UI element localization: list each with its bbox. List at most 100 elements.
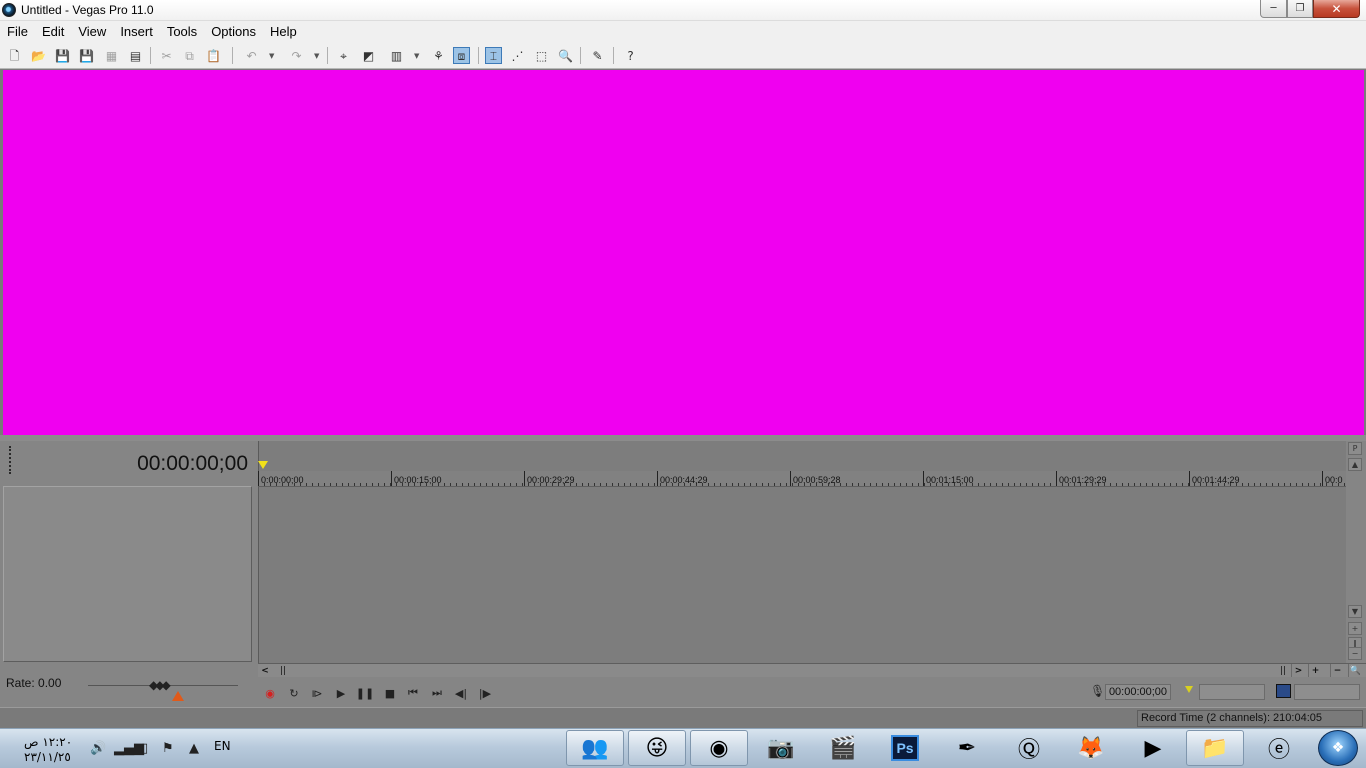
go-to-end-button[interactable]: ⏭ xyxy=(429,685,445,701)
record-button[interactable]: ◉ xyxy=(262,685,278,701)
start-button[interactable]: ❖ xyxy=(1318,730,1358,766)
pen-app-task-icon[interactable]: ✒ xyxy=(938,730,996,766)
rate-center-marker xyxy=(172,691,184,701)
vegas-pro-task-icon[interactable]: ◉ xyxy=(690,730,748,766)
vscroll-button[interactable]: ▲ xyxy=(1348,458,1362,471)
play-button[interactable]: ▶ xyxy=(333,685,349,701)
envelope-tool-icon[interactable]: ⋰ xyxy=(509,47,526,64)
vscroll-button[interactable]: + xyxy=(1348,622,1362,635)
menu-edit[interactable]: Edit xyxy=(35,24,71,39)
camera-app-task-icon[interactable]: 📷 xyxy=(752,730,810,766)
trim-icon[interactable]: ⌖ xyxy=(335,47,352,64)
ruler-major-tick xyxy=(1056,471,1057,486)
quicktime-task-icon[interactable]: Ⓠ xyxy=(1000,730,1058,766)
selection-start-field[interactable] xyxy=(1199,684,1265,700)
go-to-start-button[interactable]: ⏮ xyxy=(405,685,421,701)
vscroll-button[interactable]: ▼ xyxy=(1348,605,1362,618)
paste-icon[interactable]: 📋 xyxy=(205,47,222,64)
lock-envelopes-icon[interactable]: ▥ xyxy=(388,47,405,64)
ruler-major-tick xyxy=(524,471,525,486)
ruler-major-tick xyxy=(657,471,658,486)
zoom-tool-icon[interactable]: 🔍 xyxy=(1348,664,1362,677)
action-center-flag-icon[interactable]: ⚑ xyxy=(162,741,174,756)
battery-icon[interactable]: ▯ xyxy=(141,741,148,756)
selection-tool-icon[interactable]: ⬚ xyxy=(533,47,550,64)
yahoo-messenger-task-icon[interactable]: 😜 xyxy=(628,730,686,766)
ripple-edit-icon[interactable]: ◩ xyxy=(360,47,377,64)
zoom-tool-icon[interactable]: 🔍 xyxy=(557,47,574,64)
timeline-horizontal-scrollbar[interactable]: < || || > + − 🔍 xyxy=(258,663,1366,677)
network-icon[interactable]: ▂▄▆ xyxy=(114,741,144,756)
snapping-icon[interactable]: ⚘ xyxy=(430,47,447,64)
menu-file[interactable]: File xyxy=(0,24,35,39)
dropdown-arrow-icon[interactable]: ▼ xyxy=(414,52,419,60)
ruler-tick-label: 00:0 xyxy=(1325,475,1343,485)
messenger-task-icon[interactable]: 👥 xyxy=(566,730,624,766)
menu-help[interactable]: Help xyxy=(263,24,304,39)
auto-crossfade-icon[interactable]: ⧈ xyxy=(453,47,470,64)
help-icon[interactable]: ? xyxy=(622,47,639,64)
rate-slider-thumb[interactable]: ◆◆◆ xyxy=(149,678,171,692)
selection-length-field[interactable] xyxy=(1294,684,1360,700)
cursor-position-field[interactable]: 00:00:00;00 xyxy=(1105,684,1171,700)
properties-icon[interactable]: ▤ xyxy=(127,47,144,64)
scroll-left-button[interactable]: < xyxy=(258,664,272,677)
close-button[interactable]: ✕ xyxy=(1313,0,1360,18)
menu-view[interactable]: View xyxy=(71,24,113,39)
clock-time[interactable]: ١٢:٢٠ ص xyxy=(24,735,72,749)
media-player-task-icon[interactable]: ▶ xyxy=(1124,730,1182,766)
time-ruler[interactable]: 0:00:00;00 00:00:15;00 00:00:29;29 00:00:44… xyxy=(258,471,1346,487)
render-as-icon[interactable]: ▦ xyxy=(103,47,120,64)
scroll-right-button[interactable]: > xyxy=(1291,664,1305,677)
cut-icon[interactable]: ✂ xyxy=(158,47,175,64)
vegas-app-icon[interactable] xyxy=(2,3,16,17)
save-as-icon[interactable]: 💾 xyxy=(78,47,95,64)
language-indicator[interactable]: EN xyxy=(214,739,231,753)
pause-button[interactable]: ❚❚ xyxy=(356,685,374,701)
internet-explorer-task-icon[interactable]: ⓔ xyxy=(1250,730,1308,766)
menu-tools[interactable]: Tools xyxy=(160,24,204,39)
dropdown-arrow-icon[interactable]: ▼ xyxy=(269,52,274,60)
volume-icon[interactable]: 🔊 xyxy=(90,741,106,756)
save-icon[interactable]: 💾 xyxy=(54,47,71,64)
next-frame-button[interactable]: |▶ xyxy=(477,685,493,701)
undo-icon[interactable]: ↶ xyxy=(243,47,260,64)
playhead-marker[interactable] xyxy=(258,461,268,469)
device-explorer-icon[interactable]: ✎ xyxy=(589,47,606,64)
normal-edit-tool-icon[interactable]: ⌶ xyxy=(485,47,502,64)
video-app-task-icon[interactable]: 🎬 xyxy=(814,730,872,766)
selection-length-icon xyxy=(1276,684,1291,698)
new-project-icon[interactable]: 🗋 xyxy=(6,47,23,64)
play-from-start-button[interactable]: ⧐ xyxy=(309,685,325,701)
zoom-out-button[interactable]: − xyxy=(1330,664,1344,677)
zoom-in-button[interactable]: + xyxy=(1308,664,1322,677)
panel-grip-handle[interactable] xyxy=(9,446,11,474)
previous-frame-button[interactable]: ◀| xyxy=(453,685,469,701)
photoshop-task-icon[interactable]: Ps xyxy=(876,730,934,766)
dropdown-arrow-icon[interactable]: ▼ xyxy=(314,52,319,60)
copy-icon[interactable]: ⧉ xyxy=(181,47,198,64)
minimize-button[interactable]: ─ xyxy=(1260,0,1287,18)
ruler-tick-label: 00:00:59;28 xyxy=(793,475,841,485)
stop-button[interactable]: ■ xyxy=(382,685,398,701)
ruler-tick-label: 00:00:15;00 xyxy=(394,475,442,485)
redo-icon[interactable]: ↷ xyxy=(288,47,305,64)
scroll-thumb-right-grip[interactable]: || xyxy=(1276,664,1290,677)
toolbar-separator xyxy=(613,47,614,64)
open-icon[interactable]: 📂 xyxy=(30,47,47,64)
toolbar-separator xyxy=(150,47,151,64)
timeline-vertical-scrollbar[interactable]: P ▲ ▼ + ‖ − xyxy=(1346,441,1366,663)
track-list-area[interactable] xyxy=(3,486,252,662)
maximize-button[interactable]: ❐ xyxy=(1287,0,1313,18)
menu-insert[interactable]: Insert xyxy=(113,24,160,39)
loop-playback-button[interactable]: ↻ xyxy=(286,685,302,701)
toolbar-separator xyxy=(478,47,479,64)
show-hidden-icons-icon[interactable]: ▲ xyxy=(189,741,199,756)
explorer-task-icon[interactable]: 📁 xyxy=(1186,730,1244,766)
vscroll-button[interactable]: P xyxy=(1348,442,1362,455)
scroll-thumb-left-grip[interactable]: || xyxy=(276,664,290,677)
vscroll-button[interactable]: − xyxy=(1348,647,1362,660)
clock-date[interactable]: ٢٣/١١/٢٥ xyxy=(24,750,71,764)
menu-options[interactable]: Options xyxy=(204,24,263,39)
firefox-task-icon[interactable]: 🦊 xyxy=(1062,730,1120,766)
